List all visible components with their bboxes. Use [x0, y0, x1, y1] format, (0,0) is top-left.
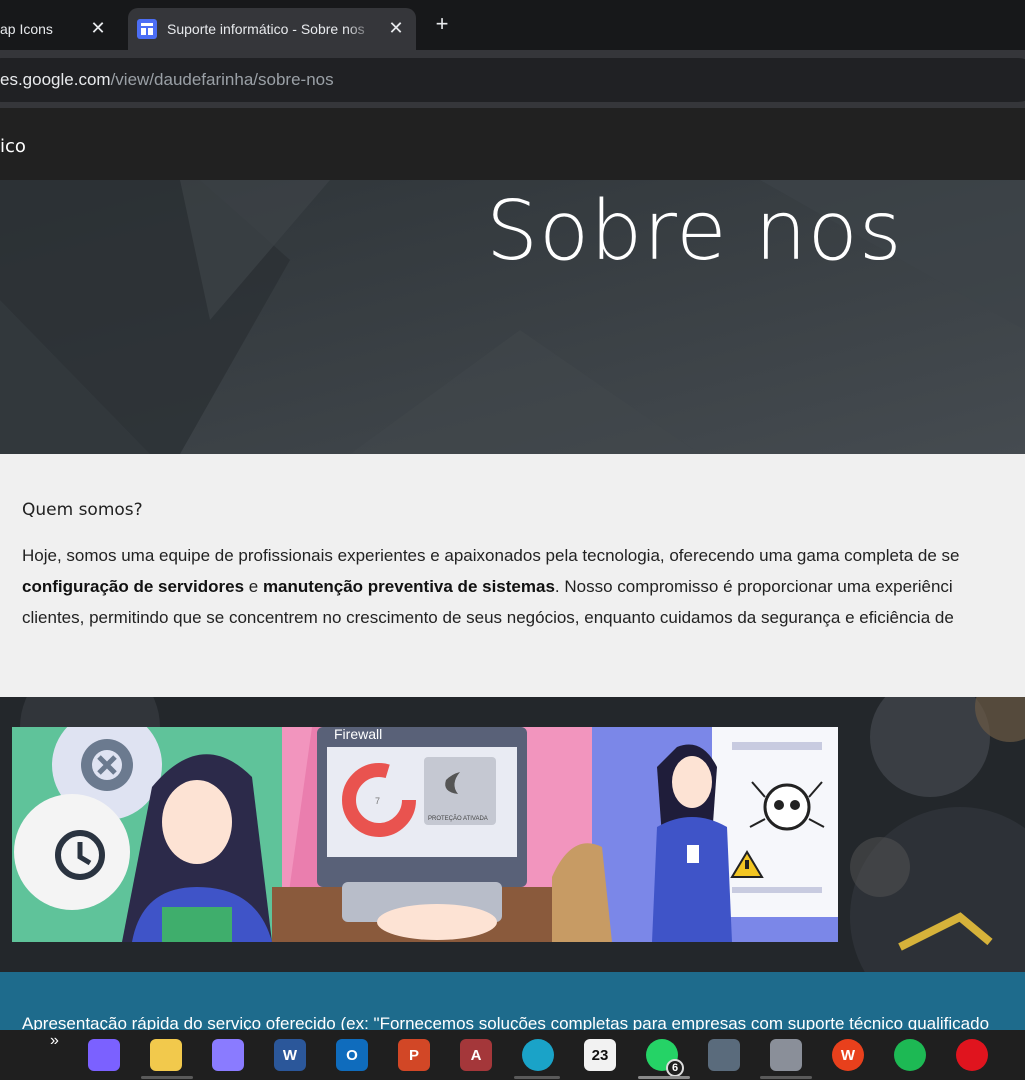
toolbar: es.google.com/view/daudefarinha/sobre-no… — [0, 50, 1025, 108]
illustration-banner: Firewall 7 PROTEÇÃO ATIVADA — [12, 727, 838, 942]
taskbar: » W O P A 23 6 W — [0, 1030, 1025, 1080]
site-header: ico — [0, 108, 1025, 180]
notification-badge: 6 — [666, 1059, 684, 1077]
service-section: Apresentação rápida do serviço oferecido… — [0, 972, 1025, 1030]
wps-office-icon[interactable]: W — [832, 1039, 864, 1071]
donut-value: 7 — [375, 796, 380, 806]
text: e — [244, 577, 263, 596]
url-path: /view/daudefarinha/sobre-nos — [110, 70, 334, 89]
photo-thumbnail-2-icon[interactable] — [770, 1039, 802, 1071]
url-text: es.google.com/view/daudefarinha/sobre-no… — [0, 70, 334, 90]
game-controller-icon[interactable] — [212, 1039, 244, 1071]
word-icon[interactable]: W — [274, 1039, 306, 1071]
tab-strip: ap Icons ✕ Suporte informático - Sobre n… — [0, 0, 1025, 50]
site-name[interactable]: ico — [0, 136, 26, 157]
image-section: Firewall 7 PROTEÇÃO ATIVADA — [0, 697, 1025, 972]
paragraph-line: clientes, permitindo que se concentrem n… — [22, 608, 954, 627]
about-paragraph: Hoje, somos uma equipe de profissionais … — [22, 540, 1025, 633]
tab-title: ap Icons — [0, 21, 53, 37]
tab-active[interactable]: Suporte informático - Sobre nos ✕ — [128, 8, 416, 50]
access-icon[interactable]: A — [460, 1039, 492, 1071]
bold-text: manutenção preventiva de sistemas — [262, 577, 555, 596]
taskbar-indicator — [141, 1076, 193, 1079]
opera-icon[interactable] — [956, 1039, 988, 1071]
file-explorer-icon[interactable] — [150, 1039, 182, 1071]
whatsapp-icon[interactable]: 6 — [646, 1039, 684, 1077]
close-icon[interactable]: ✕ — [87, 17, 109, 39]
photo-thumbnail-icon[interactable] — [708, 1039, 740, 1071]
web-page: ico Sobre nos Quem somos? Hoje, somos um… — [0, 108, 1025, 1030]
gear-icon — [81, 739, 133, 791]
url-host: es.google.com — [0, 70, 111, 89]
text: . Nosso compromisso é proporcionar uma e… — [554, 577, 953, 596]
taskbar-indicator — [638, 1076, 690, 1079]
copilot-icon[interactable] — [88, 1039, 120, 1071]
close-icon[interactable]: ✕ — [385, 17, 407, 39]
service-description: Apresentação rápida do serviço oferecido… — [22, 1014, 990, 1030]
paragraph-line: Hoje, somos uma equipe de profissionais … — [22, 546, 960, 565]
new-tab-plus-icon[interactable]: + — [430, 12, 454, 36]
address-bar[interactable]: es.google.com/view/daudefarinha/sobre-no… — [0, 58, 1025, 102]
tab-title: Suporte informático - Sobre nos — [167, 21, 365, 37]
hero-banner: Sobre nos — [0, 180, 1025, 454]
page-title: Sobre nos — [486, 184, 903, 279]
spotify-icon[interactable] — [894, 1039, 926, 1071]
google-sites-favicon-icon — [137, 19, 157, 39]
protection-label: PROTEÇÃO ATIVADA — [428, 815, 488, 822]
overflow-chevron-icon[interactable]: » — [50, 1032, 59, 1050]
tab-inactive[interactable]: ap Icons ✕ — [0, 8, 120, 50]
bold-text: configuração de servidores — [22, 577, 245, 596]
it-support-illustration-icon: Firewall 7 PROTEÇÃO ATIVADA — [12, 727, 838, 942]
firewall-label: Firewall — [334, 727, 382, 742]
about-section: Quem somos? Hoje, somos uma equipe de pr… — [0, 454, 1025, 697]
edge-icon[interactable] — [522, 1039, 554, 1071]
section-heading: Quem somos? — [22, 500, 143, 520]
taskbar-indicator — [514, 1076, 560, 1079]
paragraph-line: configuração de servidores e manutenção … — [22, 571, 1025, 602]
calendar-23-icon[interactable]: 23 — [584, 1039, 616, 1071]
outlook-icon[interactable]: O — [336, 1039, 368, 1071]
powerpoint-icon[interactable]: P — [398, 1039, 430, 1071]
taskbar-indicator — [760, 1076, 812, 1079]
